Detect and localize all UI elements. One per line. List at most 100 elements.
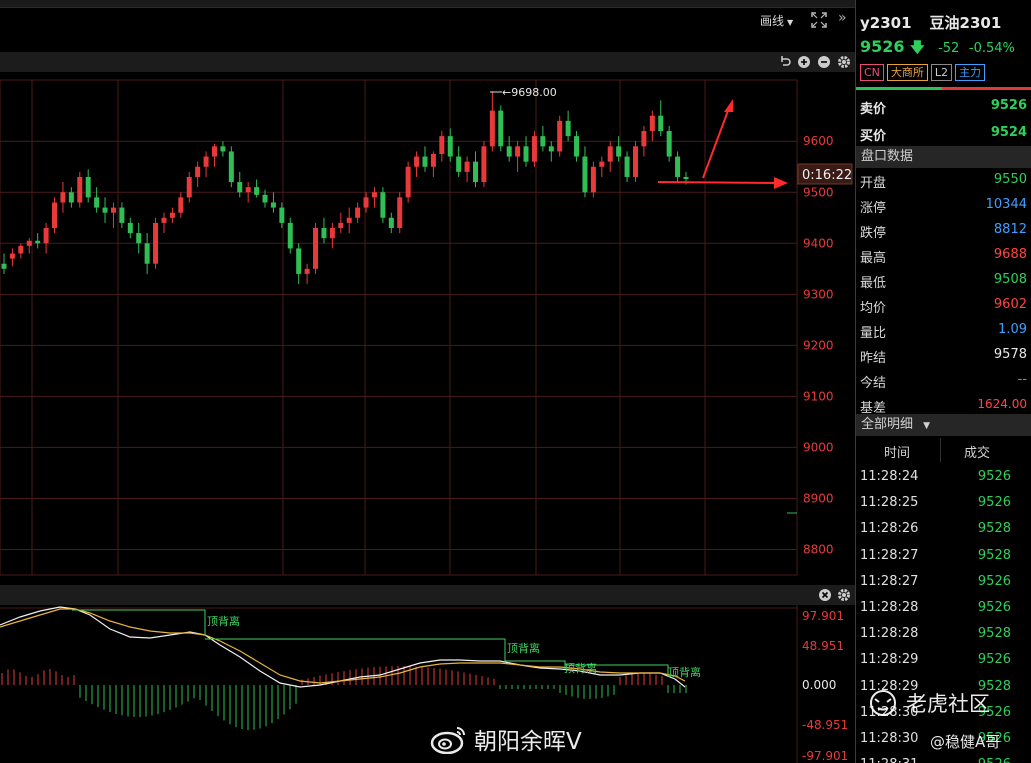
chart-toolbar [0, 52, 855, 72]
candle [506, 136, 512, 162]
candle [313, 222, 319, 274]
candle [94, 187, 100, 213]
candle [405, 161, 411, 203]
weibo-watermark: 朝阳余晖V [430, 722, 582, 756]
macd-chart[interactable]: 顶背离 顶背离 顶背离 顶背离 97.901 48.951 0.000 -48.951… [0, 605, 855, 763]
candle [464, 156, 470, 183]
market-data-row: 跌停 8812 [860, 222, 1027, 244]
candle [228, 146, 234, 188]
trade-time: 11:28:25 [860, 495, 919, 511]
zoom-in-icon[interactable] [797, 55, 811, 69]
market-data-label: 最高 [860, 251, 887, 266]
candle [329, 222, 335, 249]
candle [43, 222, 49, 254]
market-data-label: 昨结 [860, 351, 887, 366]
candle [498, 105, 504, 152]
market-data-label: 涨停 [860, 201, 887, 216]
candle [523, 136, 529, 167]
caret-down-icon: ▼ [923, 421, 931, 431]
market-data-row: 今结 -- [860, 372, 1027, 394]
candle [439, 131, 445, 162]
draw-line-label: 画线 [760, 14, 785, 28]
weibo-handle: 朝阳余晖V [474, 729, 582, 755]
badge-main-contract: 主力 [955, 64, 986, 81]
market-data-label: 今结 [860, 376, 887, 391]
instrument-header: y2301 豆油2301 [860, 12, 1001, 33]
candle [414, 151, 420, 177]
macd-tick-label: -48.951 [802, 718, 848, 732]
badge-cn: CN [860, 64, 884, 81]
trade-detail-header[interactable]: 全部明细 ▼ [856, 414, 1031, 436]
trade-row: 11:28:27 9526 [860, 574, 1023, 600]
candle [68, 187, 74, 208]
candle [346, 207, 352, 234]
candle [624, 151, 630, 183]
badge-l2[interactable]: L2 [930, 64, 953, 81]
sell-value: 9526 [990, 98, 1027, 113]
market-data-label: 量比 [860, 326, 887, 341]
candle [380, 187, 386, 223]
candle [607, 141, 613, 172]
candle [136, 222, 142, 254]
candle [363, 192, 369, 213]
indicator-gear-icon[interactable] [837, 588, 851, 602]
collapse-panel-icon[interactable]: » [838, 10, 847, 26]
market-data-label: 均价 [860, 301, 887, 316]
candle [531, 131, 537, 167]
price-row: 9526 🡇 -52 -0.54% [860, 37, 1015, 61]
candle [60, 182, 66, 213]
candle [18, 243, 24, 259]
trade-price: 9526 [978, 757, 1011, 763]
candle [279, 202, 285, 228]
candle [203, 151, 209, 177]
up-arrow-annotation [702, 99, 733, 179]
trade-time: 11:28:27 [860, 573, 919, 589]
candle [296, 243, 302, 285]
candle [102, 197, 108, 223]
price-tick-label: 9600 [803, 134, 834, 148]
badge-row: CN 大商所 L2 主力 [860, 64, 986, 81]
undo-icon[interactable] [778, 55, 792, 69]
trade-price: 9528 [977, 626, 1011, 642]
candlestick-chart[interactable]: 9600 9500 9400 9300 9200 9100 9000 8900 8800 ←96… [0, 72, 855, 577]
trade-price: 9526 [977, 600, 1011, 615]
candle [127, 217, 133, 239]
divergence-label: 顶背离 [507, 641, 540, 655]
candle [388, 212, 394, 234]
badge-exchange: 大商所 [886, 64, 928, 81]
trade-row: 11:28:27 9528 [860, 548, 1023, 574]
candle [481, 141, 487, 188]
market-data-label: 跌停 [860, 226, 887, 241]
trade-time: 11:28:28 [860, 626, 919, 642]
zoom-out-icon[interactable] [817, 55, 831, 69]
weibo-logo-icon [430, 727, 465, 754]
candle [220, 141, 226, 157]
instrument-code: y2301 [860, 14, 912, 32]
macd-histogram [1, 666, 687, 730]
candle [675, 151, 681, 183]
trade-price: 9526 [977, 495, 1011, 511]
fullscreen-icon[interactable] [811, 12, 827, 28]
price-tick-label: 9000 [803, 440, 834, 454]
tiger-watermark: 老虎社区 [866, 688, 990, 718]
market-data-row: 最高 9688 [860, 247, 1027, 269]
high-marker: ←9698.00 [490, 86, 557, 99]
trade-time: 11:28:24 [860, 469, 919, 484]
market-data-value: 9578 [993, 347, 1027, 362]
candle [77, 171, 83, 208]
dif-line [0, 606, 686, 688]
candle [144, 233, 150, 274]
macd-tick-label: -97.901 [802, 749, 848, 763]
candle [666, 125, 672, 162]
market-data-header[interactable]: 盘口数据 [856, 146, 1031, 168]
gear-icon[interactable] [837, 55, 851, 69]
trade-time: 11:28:27 [860, 547, 919, 563]
market-data-row: 最低 9508 [860, 272, 1027, 294]
market-data-value: 1624.00 [977, 397, 1027, 411]
draw-line-button[interactable]: 画线 ▼ [760, 12, 793, 29]
candle [254, 179, 260, 198]
buy-price-row: 买价 9524 [860, 125, 1027, 147]
close-icon[interactable] [818, 588, 832, 602]
candle [515, 141, 521, 172]
candle [456, 146, 462, 177]
